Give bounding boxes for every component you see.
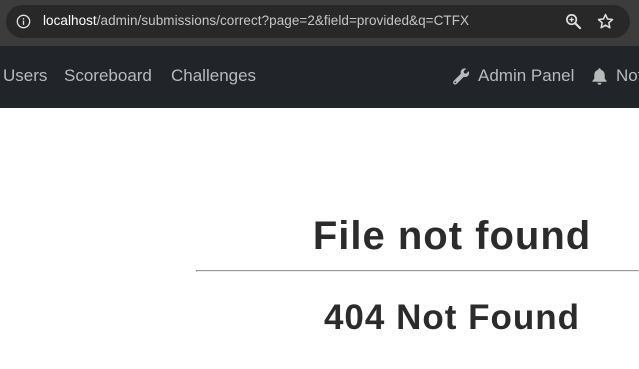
ctfd-navbar: Users Scoreboard Challenges Admin Panel … <box>0 46 639 108</box>
nav-notifications-label: Notifications <box>616 66 639 85</box>
main-content: File not found 404 Not Found <box>0 108 639 369</box>
url-host: localhost <box>43 13 97 28</box>
zoom-icon[interactable] <box>565 13 582 30</box>
url-text[interactable]: localhost/admin/submissions/correct?page… <box>43 13 469 28</box>
wrench-icon <box>453 68 470 85</box>
nav-challenges[interactable]: Challenges <box>171 66 256 86</box>
nav-admin-label: Admin Panel <box>478 66 575 85</box>
address-bar[interactable]: localhost/admin/submissions/correct?page… <box>6 5 630 38</box>
nav-scoreboard[interactable]: Scoreboard <box>64 66 152 86</box>
nav-notifications[interactable]: Notifications <box>591 66 639 86</box>
nav-users[interactable]: Users <box>3 66 47 86</box>
title-divider <box>196 270 639 272</box>
url-path: /admin/submissions/correct?page=2&field=… <box>96 13 470 28</box>
star-icon[interactable] <box>597 13 614 30</box>
browser-toolbar: localhost/admin/submissions/correct?page… <box>0 0 639 46</box>
bell-icon <box>592 68 607 85</box>
page-title: File not found <box>312 214 592 258</box>
nav-admin-panel[interactable]: Admin Panel <box>452 66 574 86</box>
error-message: 404 Not Found <box>323 298 581 337</box>
info-icon[interactable] <box>16 14 31 29</box>
